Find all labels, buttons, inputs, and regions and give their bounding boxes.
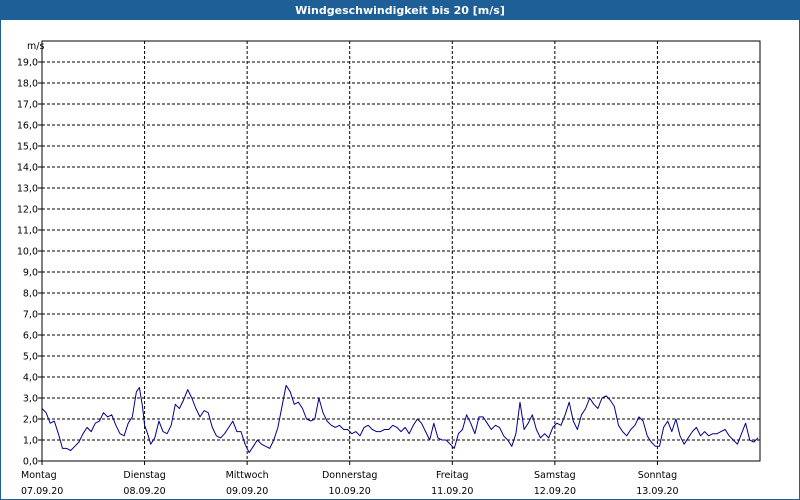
y-tick-label: 8,0: [23, 289, 38, 300]
grid-layer: [42, 41, 760, 461]
x-tick-day: Samstag: [534, 470, 576, 481]
y-tick-label: 0,0: [23, 457, 38, 468]
y-tick-label: 1,0: [23, 436, 38, 447]
y-tick-label: 17,0: [17, 100, 38, 111]
x-tick-date: 13.09.20: [636, 486, 678, 497]
y-tick-label: 9,0: [23, 268, 38, 279]
y-tick-label: 3,0: [23, 394, 38, 405]
x-tick-day: Donnerstag: [322, 470, 377, 481]
y-tick-label: 5,0: [23, 352, 38, 363]
label-layer: 0,0 1,0 2,0 3,0 4,0 5,0 6,0 7,0 8,0 9,0 10,0 11,0 12…: [17, 41, 679, 497]
x-tick-date: 10.09.20: [329, 486, 371, 497]
axis-layer: [38, 40, 761, 465]
x-tick-day: Dienstag: [123, 470, 165, 481]
y-tick-label: 15,0: [17, 142, 38, 153]
x-tick-date: 11.09.20: [431, 486, 473, 497]
x-tick-day: Mittwoch: [226, 470, 269, 481]
wind-speed-chart: 0,0 1,0 2,0 3,0 4,0 5,0 6,0 7,0 8,0 9,0 10,0 11,0 12…: [17, 40, 761, 497]
y-tick-label: 10,0: [17, 247, 38, 258]
y-tick-label: 7,0: [23, 310, 38, 321]
y-tick-label: 6,0: [23, 331, 38, 342]
x-tick-day: Montag: [21, 470, 57, 481]
y-tick-label: 16,0: [17, 121, 38, 132]
x-tick-day: Sonntag: [638, 470, 677, 481]
y-tick-label: 4,0: [23, 373, 38, 384]
y-tick-label: 14,0: [17, 163, 38, 174]
x-tick-date: 08.09.20: [123, 486, 165, 497]
y-tick-label: 13,0: [17, 184, 38, 195]
y-tick-label: 19,0: [17, 58, 38, 69]
x-tick-day: Freitag: [436, 470, 469, 481]
y-tick-label: 2,0: [23, 415, 38, 426]
x-tick-date: 12.09.20: [534, 486, 576, 497]
y-tick-label: 18,0: [17, 79, 38, 90]
chart-window: Windgeschwindigkeit bis 20 [m/s] 0,0 1,0 2…: [0, 0, 800, 500]
x-tick-date: 07.09.20: [21, 486, 63, 497]
x-tick-date: 09.09.20: [226, 486, 268, 497]
y-tick-label: 12,0: [17, 205, 38, 216]
y-axis-unit: m/s: [27, 41, 44, 52]
y-tick-label: 11,0: [17, 226, 38, 237]
